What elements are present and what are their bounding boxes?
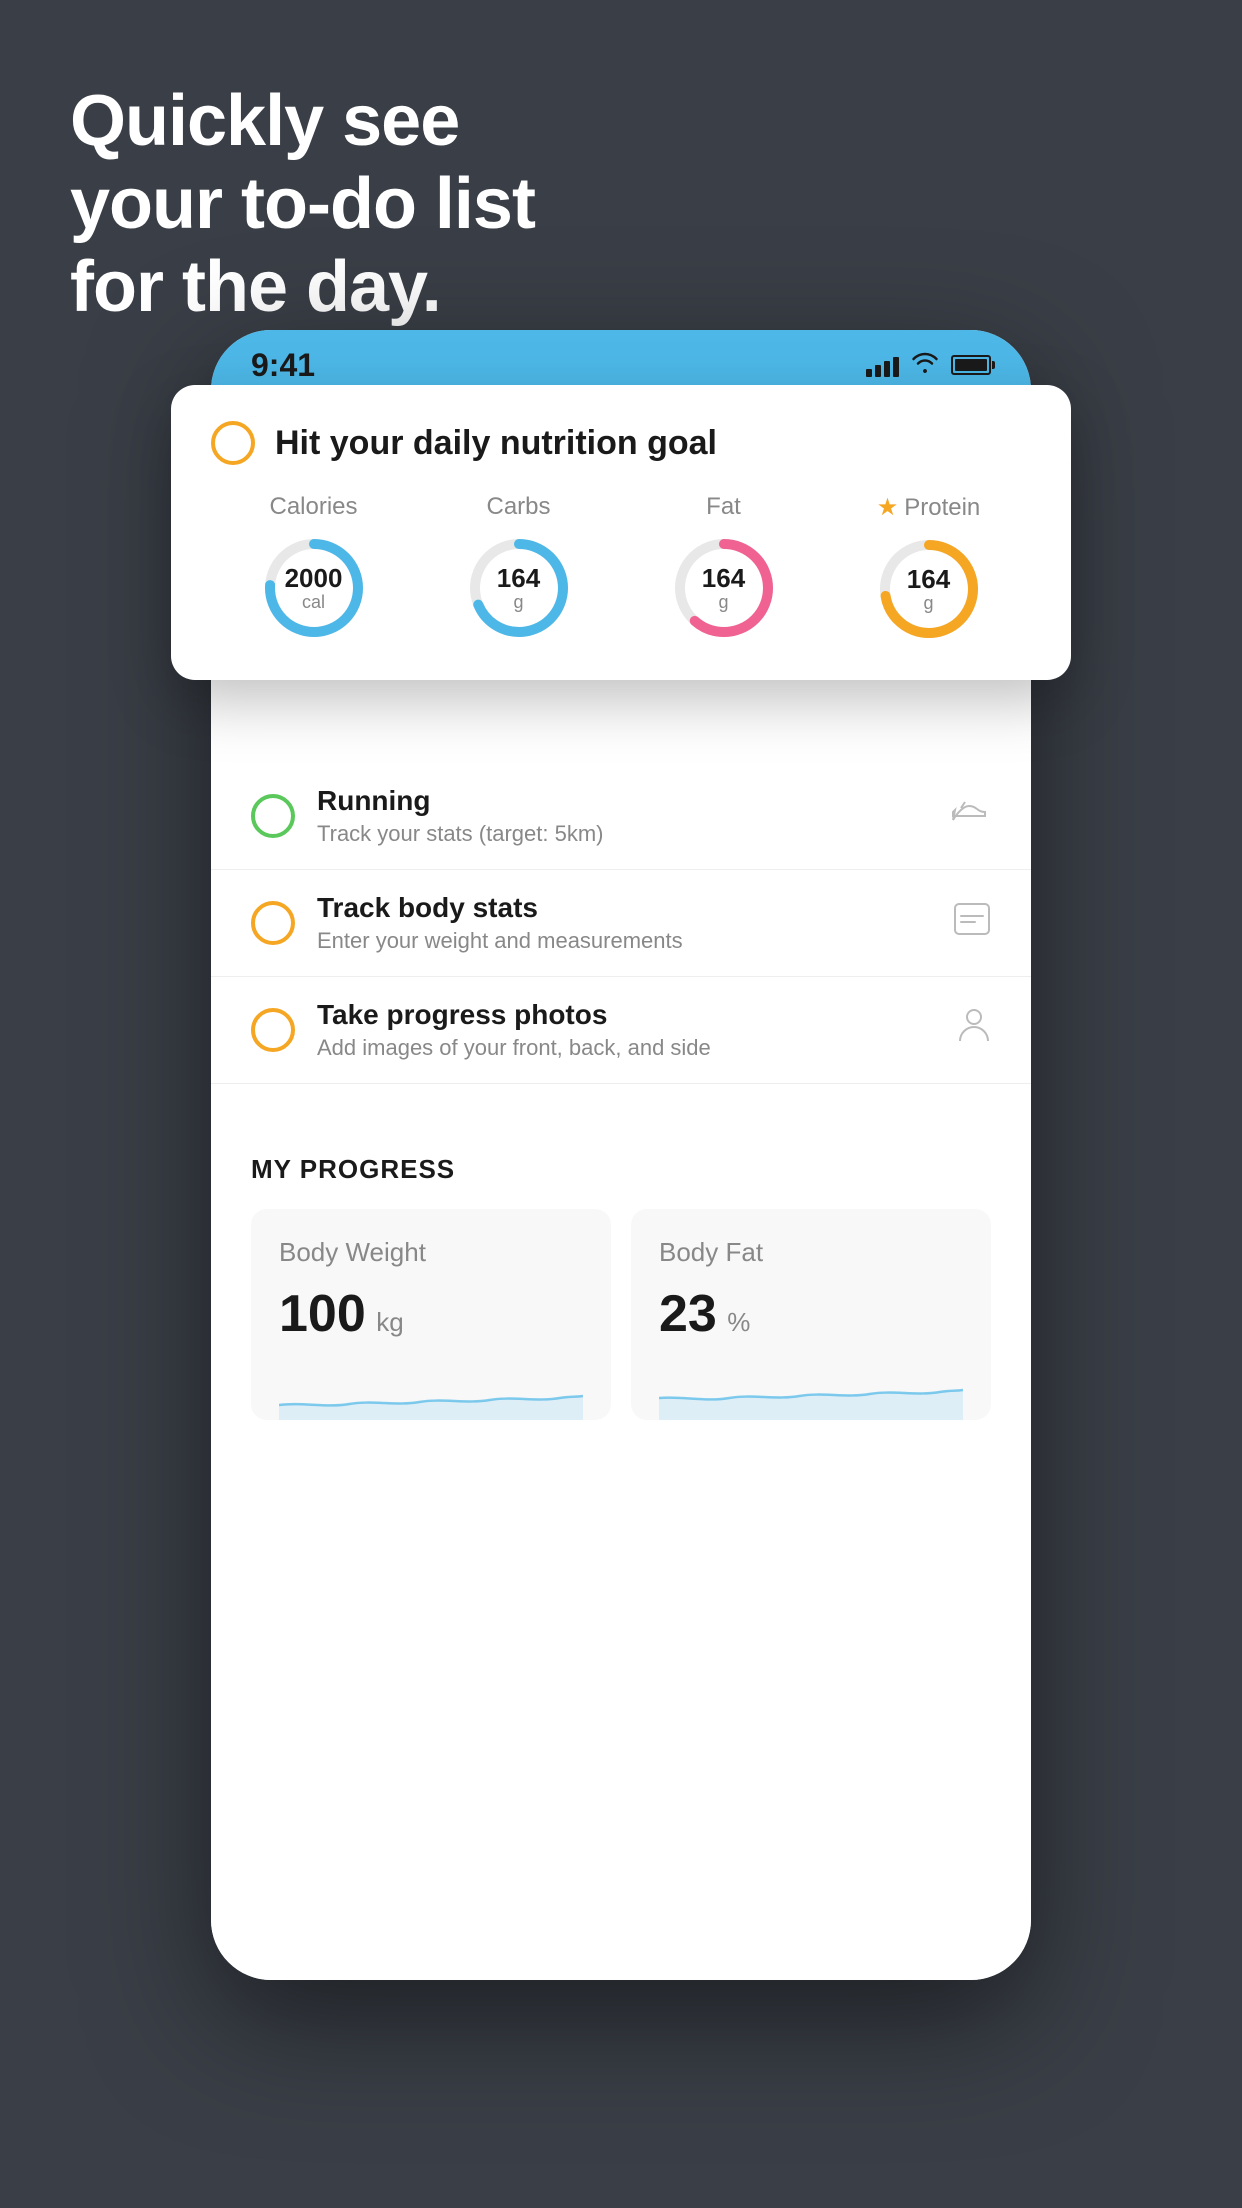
body-weight-value: 100 (279, 1285, 366, 1343)
todo-checkbox-running[interactable] (251, 794, 295, 838)
todo-text-body-stats: Track body stats Enter your weight and m… (317, 892, 931, 954)
star-icon: ★ (877, 493, 899, 522)
body-weight-chart (279, 1360, 583, 1420)
todo-title-progress-photos: Take progress photos (317, 999, 935, 1031)
nutrition-card: Hit your daily nutrition goal Calories 2… (171, 385, 1071, 680)
todo-text-progress-photos: Take progress photos Add images of your … (317, 999, 935, 1061)
carbs-unit: g (497, 592, 540, 612)
body-fat-card: Body Fat 23 % (631, 1209, 991, 1420)
todo-subtitle-progress-photos: Add images of your front, back, and side (317, 1035, 935, 1061)
protein-label: Protein (904, 494, 980, 522)
status-icons (866, 351, 991, 380)
protein-label-container: ★ Protein (877, 493, 981, 522)
hero-line3: for the day. (70, 246, 535, 329)
calories-value: 2000 (285, 564, 343, 593)
body-fat-value: 23 (659, 1285, 717, 1343)
todo-list: Running Track your stats (target: 5km) (211, 763, 1031, 1084)
todo-subtitle-running: Track your stats (target: 5km) (317, 821, 929, 847)
signal-icon (866, 353, 899, 377)
nutrition-card-title: Hit your daily nutrition goal (275, 424, 717, 463)
calories-unit: cal (285, 592, 343, 612)
body-weight-unit: kg (376, 1307, 403, 1337)
nutrition-protein: ★ Protein 164 g (874, 493, 984, 644)
progress-cards: Body Weight 100 kg (251, 1209, 991, 1420)
todo-checkbox-progress-photos[interactable] (251, 1008, 295, 1052)
fat-value-container: 164 g (702, 564, 745, 612)
carbs-value: 164 (497, 564, 540, 593)
todo-subtitle-body-stats: Enter your weight and measurements (317, 928, 931, 954)
todo-item-running[interactable]: Running Track your stats (target: 5km) (211, 763, 1031, 870)
todo-item-progress-photos[interactable]: Take progress photos Add images of your … (211, 977, 1031, 1084)
wifi-icon (911, 351, 939, 380)
progress-header: MY PROGRESS (251, 1154, 991, 1185)
todo-title-body-stats: Track body stats (317, 892, 931, 924)
calories-ring: 2000 cal (259, 533, 369, 643)
fat-label: Fat (706, 493, 741, 521)
hero-text: Quickly see your to-do list for the day. (70, 80, 535, 328)
battery-icon (951, 355, 991, 375)
status-time: 9:41 (251, 347, 315, 384)
app-content: THINGS TO DO TODAY Running Track your st… (211, 490, 1031, 1980)
hero-line2: your to-do list (70, 163, 535, 246)
person-icon (957, 1007, 991, 1054)
nutrition-checkbox[interactable] (211, 421, 255, 465)
nutrition-fat: Fat 164 g (669, 493, 779, 643)
calories-value-container: 2000 cal (285, 564, 343, 612)
body-weight-value-row: 100 kg (279, 1284, 583, 1344)
calories-label: Calories (269, 493, 357, 521)
nutrition-carbs: Carbs 164 g (464, 493, 574, 643)
shoe-icon (951, 795, 991, 837)
body-fat-label: Body Fat (659, 1237, 963, 1268)
body-fat-value-row: 23 % (659, 1284, 963, 1344)
body-weight-label: Body Weight (279, 1237, 583, 1268)
todo-title-running: Running (317, 785, 929, 817)
protein-value: 164 (907, 565, 950, 594)
fat-ring: 164 g (669, 533, 779, 643)
scale-icon (953, 902, 991, 945)
carbs-label: Carbs (486, 493, 550, 521)
body-weight-card: Body Weight 100 kg (251, 1209, 611, 1420)
nutrition-card-header: Hit your daily nutrition goal (211, 421, 1031, 465)
hero-line1: Quickly see (70, 80, 535, 163)
nutrition-calories: Calories 2000 cal (259, 493, 369, 643)
fat-unit: g (702, 592, 745, 612)
protein-unit: g (907, 593, 950, 613)
todo-item-body-stats[interactable]: Track body stats Enter your weight and m… (211, 870, 1031, 977)
protein-ring: 164 g (874, 534, 984, 644)
carbs-value-container: 164 g (497, 564, 540, 612)
todo-checkbox-body-stats[interactable] (251, 901, 295, 945)
protein-value-container: 164 g (907, 565, 950, 613)
nutrition-grid: Calories 2000 cal Carbs (211, 493, 1031, 644)
body-fat-chart (659, 1360, 963, 1420)
body-fat-unit: % (727, 1307, 750, 1337)
fat-value: 164 (702, 564, 745, 593)
progress-section: MY PROGRESS Body Weight 100 kg (211, 1124, 1031, 1450)
todo-text-running: Running Track your stats (target: 5km) (317, 785, 929, 847)
carbs-ring: 164 g (464, 533, 574, 643)
